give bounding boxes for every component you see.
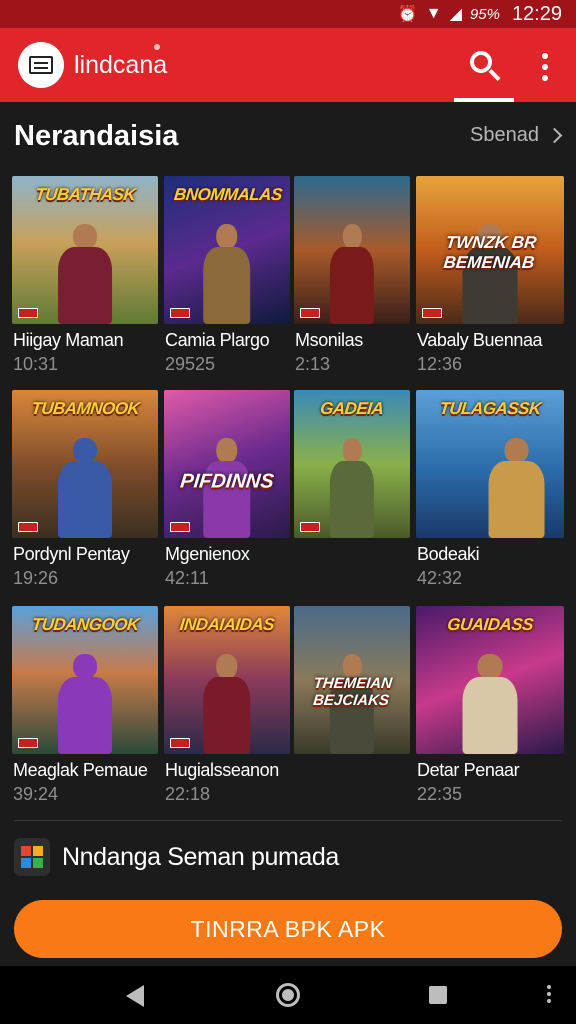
- battery-level: 95%: [469, 5, 500, 23]
- thumbnail-banner: GUAIDASS: [446, 614, 534, 634]
- thumbnail-banner: GADEIA: [319, 398, 385, 418]
- game-card[interactable]: TULAGASSK Bodeaki 42:32: [416, 390, 564, 590]
- game-thumbnail: TWNZK BR BEMENIAB: [416, 176, 564, 324]
- navigation-bar: [0, 966, 576, 1024]
- game-thumbnail: BNOMMALAS: [164, 176, 290, 324]
- game-card[interactable]: GADEIA: [294, 390, 410, 538]
- section-title: Nerandaisia: [14, 120, 179, 152]
- game-title: Camia Plargo: [165, 330, 270, 350]
- game-title: Detar Penaar: [417, 760, 520, 780]
- game-title: Mgenienox: [165, 544, 250, 564]
- game-duration: 22:35: [417, 784, 463, 804]
- game-thumbnail: PIFDINNS: [164, 390, 290, 538]
- game-duration: 10:31: [13, 354, 59, 374]
- overflow-menu-icon[interactable]: [530, 52, 560, 82]
- chevron-right-icon: [546, 127, 563, 144]
- status-bar: ⏰ ▼ ◢ 95% 12:29: [0, 0, 576, 28]
- thumbnail-banner: TULAGASSK: [438, 398, 542, 418]
- game-card[interactable]: TWNZK BR BEMENIAB Vabaly Buennaa 12:36: [416, 176, 564, 376]
- nav-overflow-icon[interactable]: [547, 985, 551, 1003]
- store-icon: [14, 838, 50, 876]
- thumbnail-banner: TUBAMNOOK: [30, 398, 140, 418]
- game-title: Bodeaki: [417, 544, 480, 564]
- wifi-icon: ▼: [425, 5, 442, 22]
- thumbnail-banner: THEMEIAN BEJCIAKS: [312, 674, 393, 709]
- thumbnail-banner: INDAIAIDAS: [178, 614, 276, 634]
- game-title: Msonilas: [295, 330, 363, 350]
- rating-badge: [18, 308, 38, 318]
- promo-text: Nndanga Seman pumada: [62, 842, 339, 871]
- app-bar: lindcana: [0, 28, 576, 102]
- rating-badge: [170, 522, 190, 532]
- thumbnail-banner: PIFDINNS: [179, 470, 275, 493]
- rating-badge: [170, 308, 190, 318]
- game-duration: 39:24: [13, 784, 59, 804]
- signal-icon: ◢: [449, 6, 462, 23]
- rating-badge: [18, 522, 38, 532]
- game-duration: 22:18: [165, 784, 211, 804]
- see-more-link[interactable]: Sbenad: [470, 124, 563, 147]
- game-card[interactable]: TUDANGOOK Meaglak Pemaue 39:24: [12, 606, 158, 806]
- thumbnail-banner: TWNZK BR BEMENIAB: [442, 232, 538, 272]
- game-duration: 12:36: [417, 354, 463, 374]
- game-card[interactable]: GUAIDASS Detar Penaar 22:35: [416, 606, 564, 806]
- game-duration: 19:26: [13, 568, 59, 588]
- thumbnail-banner: BNOMMALAS: [173, 184, 284, 204]
- game-title: Pordynl Pentay: [13, 544, 130, 564]
- game-thumbnail: TUBATHASK: [12, 176, 158, 324]
- back-icon[interactable]: [126, 985, 144, 1007]
- game-thumbnail: [294, 176, 410, 324]
- thumbnail-banner: TUDANGOOK: [30, 614, 140, 634]
- divider: [14, 820, 562, 821]
- game-title: Meaglak Pemaue: [13, 760, 148, 780]
- game-card[interactable]: INDAIAIDAS Hugialsseanon 22:18: [164, 606, 290, 806]
- game-title: Hiigay Maman: [13, 330, 124, 350]
- rating-badge: [422, 308, 442, 318]
- home-icon[interactable]: [276, 983, 300, 1007]
- rating-badge: [300, 308, 320, 318]
- game-thumbnail: TULAGASSK: [416, 390, 564, 538]
- rating-badge: [170, 738, 190, 748]
- game-duration: 2:13: [295, 354, 331, 374]
- game-thumbnail: TUDANGOOK: [12, 606, 158, 754]
- status-time: 12:29: [511, 2, 562, 25]
- game-thumbnail: INDAIAIDAS: [164, 606, 290, 754]
- registered-mark: [154, 44, 160, 50]
- game-thumbnail: TUBAMNOOK: [12, 390, 158, 538]
- game-card[interactable]: TUBAMNOOK Pordynl Pentay 19:26: [12, 390, 158, 590]
- game-thumbnail: THEMEIAN BEJCIAKS: [294, 606, 410, 754]
- see-more-label: Sbenad: [470, 124, 539, 146]
- game-title: Hugialsseanon: [165, 760, 279, 780]
- game-card[interactable]: PIFDINNS Mgenienox 42:11: [164, 390, 290, 590]
- promo-row[interactable]: Nndanga Seman pumada: [14, 838, 339, 876]
- rating-badge: [300, 522, 320, 532]
- game-card[interactable]: THEMEIAN BEJCIAKS: [294, 606, 410, 754]
- game-duration: 29525: [165, 354, 216, 374]
- download-apk-button[interactable]: TINRRA BPK APK: [14, 900, 562, 958]
- game-card[interactable]: Msonilas 2:13: [294, 176, 410, 376]
- alarm-icon: ⏰: [397, 6, 418, 23]
- app-logo-icon[interactable]: [18, 42, 64, 88]
- rating-badge: [18, 738, 38, 748]
- game-duration: 42:32: [417, 568, 463, 588]
- game-card[interactable]: TUBATHASK Hiigay Maman 10:31: [12, 176, 158, 376]
- game-thumbnail: GADEIA: [294, 390, 410, 538]
- search-button[interactable]: [452, 28, 516, 102]
- game-thumbnail: GUAIDASS: [416, 606, 564, 754]
- app-title: lindcana: [74, 50, 168, 79]
- recents-icon[interactable]: [429, 986, 447, 1004]
- game-title: Vabaly Buennaa: [417, 330, 543, 350]
- thumbnail-banner: TUBATHASK: [34, 184, 137, 204]
- search-icon: [470, 51, 492, 73]
- game-card[interactable]: BNOMMALAS Camia Plargo 29525: [164, 176, 290, 376]
- game-duration: 42:11: [165, 568, 209, 588]
